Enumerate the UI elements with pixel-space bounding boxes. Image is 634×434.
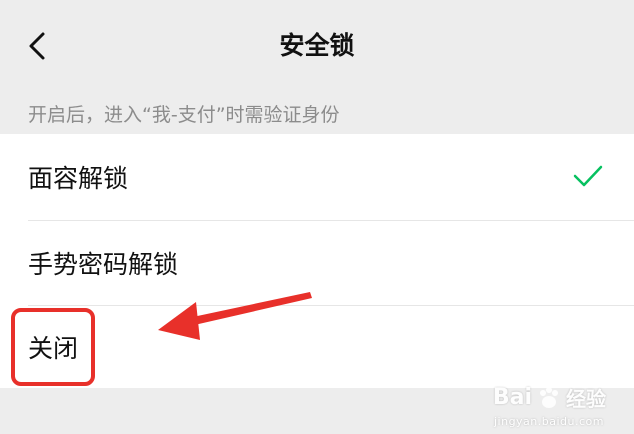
watermark-brand: Bai xyxy=(492,385,532,410)
navigation-bar: 安全锁 xyxy=(0,0,634,92)
option-label: 面容解锁 xyxy=(28,164,129,193)
watermark-brand-suffix: 经验 xyxy=(566,387,606,411)
page-title: 安全锁 xyxy=(279,31,355,60)
paw-icon xyxy=(540,386,558,408)
option-face-unlock[interactable]: 面容解锁 xyxy=(0,134,634,220)
annotation-arrow-icon xyxy=(158,292,312,340)
watermark-logo: Bai 经验 xyxy=(493,383,606,412)
checkmark-icon xyxy=(573,165,603,187)
watermark-url: jingyan.baidu.com xyxy=(493,415,604,428)
option-label: 手势密码解锁 xyxy=(28,250,179,279)
annotation-highlight-box xyxy=(11,308,95,386)
option-list: 面容解锁 手势密码解锁 关闭 xyxy=(0,134,634,388)
hint-text: 开启后，进入“我-支付”时需验证身份 xyxy=(28,104,340,126)
option-off[interactable]: 关闭 xyxy=(0,306,634,388)
option-gesture-unlock[interactable]: 手势密码解锁 xyxy=(0,221,634,305)
